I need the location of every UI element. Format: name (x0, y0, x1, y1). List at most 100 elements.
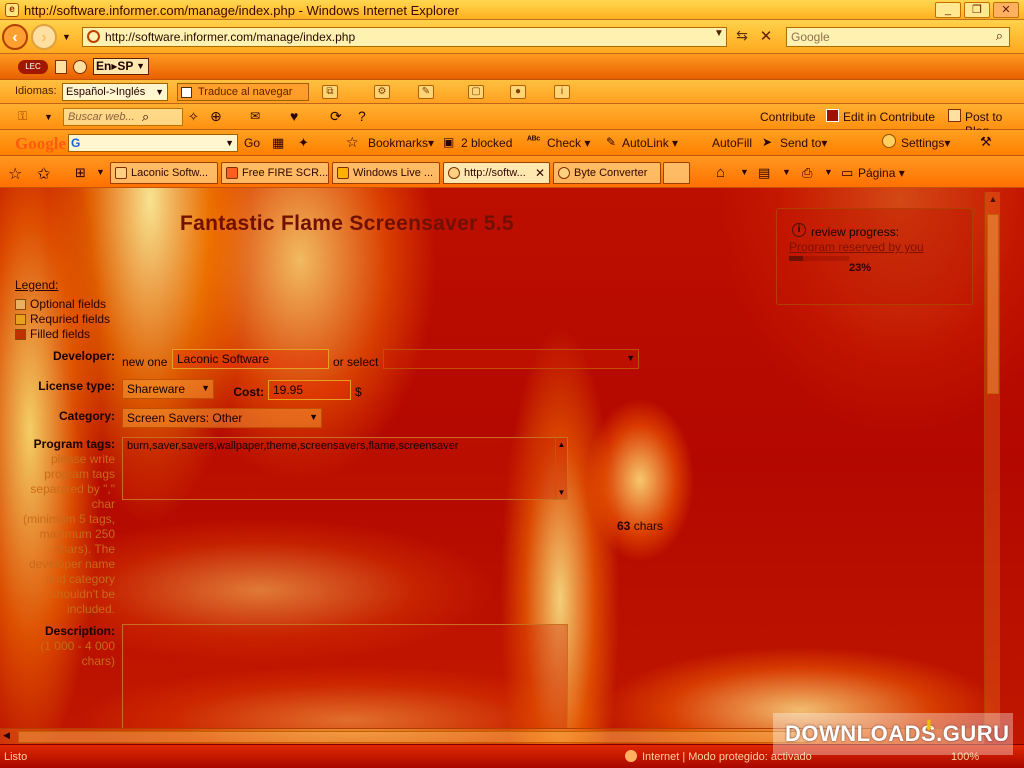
cost-input[interactable]: 19.95 (268, 380, 351, 400)
help-icon[interactable]: ? (358, 108, 366, 124)
scroll-up-icon[interactable]: ▲ (985, 194, 1001, 204)
tab-laconic[interactable]: Laconic Softw... (110, 162, 218, 184)
history-dropdown-icon[interactable]: ▼ (62, 32, 71, 42)
refresh-icon[interactable]: ⟳ (330, 108, 342, 125)
sparkle-icon[interactable]: ✧ (188, 109, 199, 125)
lock-icon[interactable]: ⚿ (18, 109, 27, 124)
home-icon[interactable]: ⌂ (716, 164, 725, 181)
back-button[interactable]: ‹ (2, 24, 28, 50)
bookmarks-button[interactable]: Bookmarks▾ (368, 136, 434, 150)
tab-windows-live[interactable]: Windows Live ... (332, 162, 440, 184)
chevron-down-icon[interactable]: ▼ (740, 167, 749, 177)
watermark-suffix: .GURU (936, 721, 1010, 746)
window-icon[interactable]: ▢ (468, 85, 484, 99)
puzzle-icon[interactable]: ✦ (298, 135, 309, 151)
mail-icon[interactable]: ✉ (250, 109, 260, 123)
tab-bar: ☆ ✩ ⊞ ▼ Laconic Softw... Free FIRE SCR..… (0, 156, 1024, 188)
lec-toolbar: LEC En▸SP ▼ (0, 54, 1024, 80)
globe-icon[interactable] (73, 60, 87, 74)
close-button[interactable]: ✕ (993, 2, 1019, 18)
legend-swatch (15, 329, 26, 340)
google-search-input[interactable]: G ▼ (68, 134, 238, 152)
settings-button[interactable]: Settings▾ (901, 136, 950, 150)
blocked-popups-button[interactable]: 2 blocked (461, 136, 512, 150)
chevron-down-icon: ▼ (155, 87, 164, 97)
checkbox-box[interactable] (181, 87, 192, 98)
language-switch-dropdown[interactable]: En▸SP ▼ (93, 58, 149, 75)
feeds-icon[interactable]: ▤ (758, 165, 770, 181)
license-type-select[interactable]: Shareware ▼ (122, 379, 214, 399)
textarea-scrollbar[interactable]: ▲ ▼ (555, 438, 567, 499)
review-progress-percent: 23% (849, 262, 872, 274)
copy-icon[interactable]: ⧉ (322, 85, 338, 99)
search-icon[interactable]: ⌕ (142, 109, 149, 125)
scroll-left-icon[interactable]: ◀ (3, 730, 10, 741)
tools-icon[interactable]: ⚒ (980, 134, 992, 150)
edit-icon[interactable]: ✎ (418, 85, 434, 99)
program-tags-textarea[interactable]: burn,saver,savers,wallpaper,theme,screen… (122, 437, 568, 500)
chevron-down-icon[interactable]: ▼ (44, 112, 53, 122)
tab-close-icon[interactable]: ✕ (535, 166, 545, 180)
review-progress-title: review progress: (811, 225, 900, 239)
restore-button[interactable]: ❐ (964, 2, 990, 18)
chevron-down-icon[interactable]: ▼ (782, 167, 791, 177)
tab-favicon (337, 167, 349, 179)
lec-button[interactable]: LEC (18, 60, 48, 74)
review-status-link[interactable]: Program reserved by you (789, 240, 924, 254)
tab-label: Windows Live ... (353, 167, 434, 179)
stop-icon[interactable]: ✕ (756, 27, 776, 47)
forward-button[interactable]: › (31, 24, 57, 50)
language-select[interactable]: Español->Inglés ▼ (62, 83, 168, 101)
settings-icon[interactable]: ⚙ (374, 85, 390, 99)
web-search-input[interactable]: Buscar web... (63, 108, 183, 126)
contribute-button[interactable]: Contribute (760, 110, 815, 124)
edit-in-contribute-button[interactable]: Edit in Contribute (843, 110, 935, 124)
url-input[interactable]: http://software.informer.com/manage/inde… (82, 27, 727, 47)
developer-input[interactable]: Laconic Software (172, 349, 329, 369)
scroll-up-icon[interactable]: ▲ (556, 440, 567, 449)
tab-free-fire[interactable]: Free FIRE SCR... (221, 162, 329, 184)
chevron-down-icon[interactable]: ▼ (96, 167, 105, 177)
scroll-down-icon[interactable]: ▼ (556, 488, 567, 497)
pagina-menu[interactable]: Página ▾ (858, 166, 905, 180)
add-favorite-icon[interactable]: ✩ (37, 164, 50, 184)
scroll-thumb[interactable] (987, 214, 999, 394)
heart-icon[interactable]: ♥ (290, 108, 298, 124)
chevron-down-icon: ▼ (225, 138, 234, 148)
vertical-scrollbar[interactable]: ▲ (984, 192, 1000, 728)
url-dropdown-icon[interactable]: ▼ (714, 28, 724, 39)
quick-tabs-icon[interactable]: ⊞ (75, 165, 86, 181)
refresh-icon[interactable]: ⇆ (732, 27, 752, 47)
check-button[interactable]: Check ▾ (547, 136, 590, 150)
print-icon[interactable]: ⎙ (802, 165, 812, 181)
send-to-button[interactable]: Send to▾ (780, 136, 827, 150)
news-icon[interactable]: ▦ (272, 135, 284, 151)
help-line: (minimum 5 tags, (22, 512, 115, 526)
info-icon[interactable]: i (554, 85, 570, 99)
description-textarea[interactable] (122, 624, 568, 728)
search-icon[interactable]: ⌕ (996, 28, 1003, 44)
tab-software-informer[interactable]: http://softw... ✕ (443, 162, 550, 184)
help-line: char (91, 497, 115, 511)
autolink-button[interactable]: AutoLink ▾ (622, 136, 678, 150)
document-icon[interactable] (55, 60, 67, 74)
tab-byte-converter[interactable]: Byte Converter (553, 162, 661, 184)
translate-checkbox[interactable]: Traduce al navegar (177, 83, 309, 101)
favorites-star-icon[interactable]: ☆ (8, 164, 22, 184)
add-icon[interactable]: ⊕ (210, 108, 222, 125)
developer-select[interactable]: ▼ (383, 349, 639, 369)
program-tags-label: Program tags: (33, 437, 115, 451)
record-icon[interactable]: ● (510, 85, 526, 99)
new-tab-button[interactable] (663, 162, 690, 184)
search-input[interactable]: Google ⌕ (786, 27, 1010, 47)
go-button[interactable]: Go (244, 136, 260, 150)
category-select[interactable]: Screen Savers: Other ▼ (122, 408, 322, 428)
minimize-button[interactable]: _ (935, 2, 961, 18)
chevron-down-icon[interactable]: ▼ (824, 167, 833, 177)
chevron-down-icon: ▼ (201, 383, 210, 393)
google-g-icon: G (71, 136, 81, 150)
url-text: http://software.informer.com/manage/inde… (105, 30, 356, 44)
autofill-button[interactable]: AutoFill (712, 136, 752, 150)
window-title: http://software.informer.com/manage/inde… (24, 3, 459, 18)
scroll-thumb[interactable] (18, 731, 808, 743)
